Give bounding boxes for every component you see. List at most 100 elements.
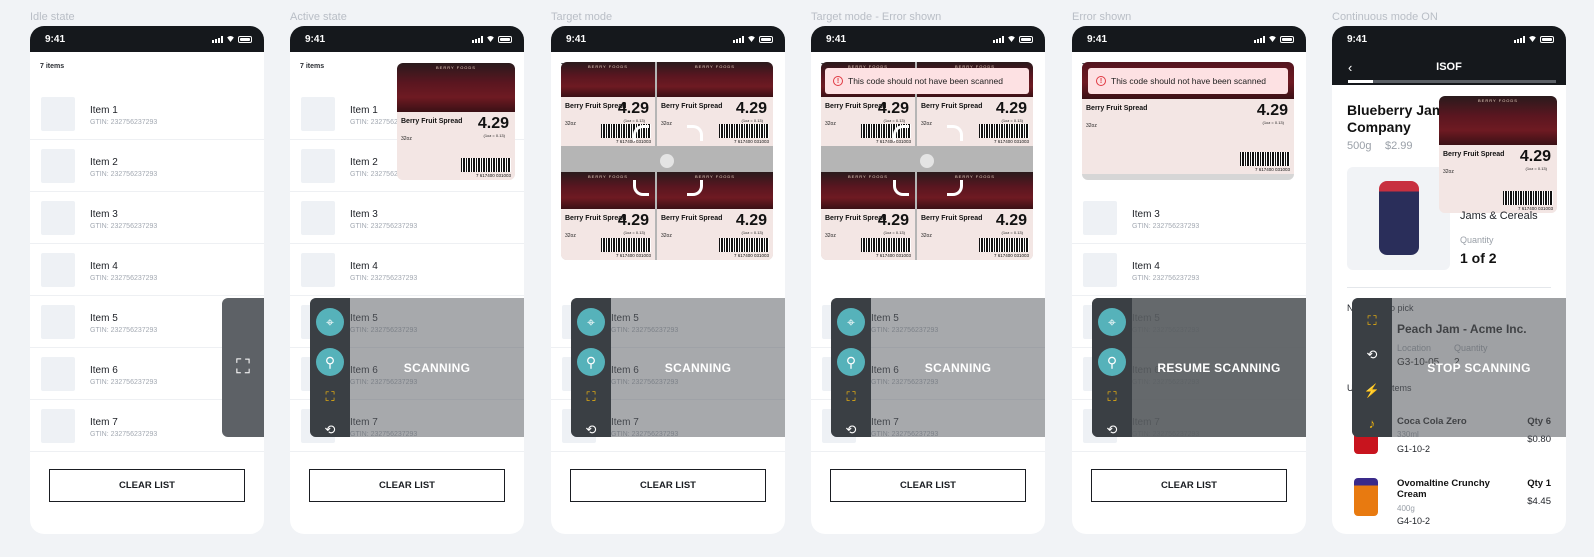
scanner-panel: ⌖ ⚲ ⛶ ⟲ SCANNING [310,298,524,437]
unit-price: (1oz = 0.13) [741,118,763,124]
status-time: 9:41 [1347,33,1368,45]
product-title: Blueberry Jam Company [1347,102,1445,135]
scan-target-icon[interactable]: ⌖ [837,308,865,336]
magnifier-icon[interactable]: ⚲ [837,348,865,376]
camera-preview: BERRY FOODS Berry Fruit Spread 32oz 4.29(1o… [397,63,515,180]
magnifier-icon[interactable]: ⚲ [316,348,344,376]
continuous-icon[interactable]: ⟲ [582,421,600,437]
error-banner: ! This code should not have been scanned [1088,68,1288,94]
status-icons [1254,35,1294,43]
status-time: 9:41 [45,33,66,45]
status-bar: 9:41 [1072,26,1306,52]
scanner-panel: ⌖ ⚲ ⛶ ⟲ SCANNING [571,298,785,437]
continuous-icon[interactable]: ⟲ [842,421,860,437]
continuous-icon[interactable]: ⟲ [1363,346,1381,364]
unit-price: (1oz = 0.13) [623,229,645,235]
scanner-toolbar: ⌖ ⚲ ⛶ ⟲ [1092,298,1132,437]
shelf-label: Berry Fruit Spread 32oz 4.29 (1oz = 0.13) 7 … [1439,145,1557,213]
target-frame-icon[interactable]: ⛶ [842,388,860,406]
product-name: Berry Fruit Spread [1086,104,1148,112]
product-name: Berry Fruit Spread [1443,151,1505,159]
barcode-number: 7 617400 031003 [993,139,1029,144]
list-item[interactable]: Item 1 GTIN: 232756237293 [30,88,264,140]
stage: Idle state Active state Target mode Target … [0,0,1594,557]
phone-continuous: 9:41 ‹ ISOF Blueberry Jam Company 500g $2.99 B… [1332,26,1566,534]
sound-icon[interactable]: ♪ [1363,414,1381,432]
scanner-toolbar: ⌖ ⚲ ⛶ ⟲ [571,298,611,437]
upcoming-item[interactable]: Ovomaltine Crunchy Cream 400g G4-10-2 Qty 1… [1332,474,1566,530]
magnifier-icon[interactable]: ⚲ [1098,348,1126,376]
scanner-collapsed-button[interactable]: ⛶ [222,298,264,437]
price-value: 4.29 [735,211,767,229]
list-item[interactable]: Item 3 GTIN: 232756237293 [30,192,264,244]
item-thumbnail [41,409,75,443]
price-value: 4.29 [877,211,909,229]
continuous-icon[interactable]: ⟲ [321,421,339,437]
flash-icon[interactable]: ⚡ [1363,382,1381,400]
signal-icon [212,35,223,43]
clear-list-button[interactable]: CLEAR LIST [570,469,766,502]
target-frame-icon[interactable]: ⛶ [1363,312,1381,330]
barcode-number: 7 617400 031003 [993,253,1029,258]
barcode-number: 7 617400 031003 [475,173,511,178]
item-name: Item 6 [90,365,118,376]
item-thumbnail [41,305,75,339]
status-bar: 9:41 [1332,26,1566,52]
clear-list-button[interactable]: CLEAR LIST [830,469,1026,502]
nav-title: ISOF [1436,61,1462,73]
item-gtin: GTIN: 232756237293 [1132,275,1200,282]
clear-list-button[interactable]: CLEAR LIST [309,469,505,502]
shelf-label: Berry Fruit Spread 32oz 4.29 (1oz = 0.13) 7 … [397,112,515,180]
signal-icon [1254,35,1265,43]
scan-toggle-button[interactable]: SCANNING [611,298,785,437]
aim-point [920,154,934,168]
signal-icon [1514,35,1525,43]
item-name: Item 4 [350,261,378,272]
scan-target-icon[interactable]: ⌖ [577,308,605,336]
list-item[interactable]: Item 3 GTIN: 232756237293 [290,192,524,244]
state-caption: Target mode - Error shown [811,11,942,23]
target-frame-icon[interactable]: ⛶ [582,388,600,406]
divider [1347,287,1551,288]
scan-toggle-button[interactable]: SCANNING [350,298,524,437]
phone-error-shown: 9:417 itemsItem 3GTIN: 232756237293Item … [1072,26,1306,534]
list-item[interactable]: Item 2 GTIN: 232756237293 [30,140,264,192]
item-count: 7 items [300,63,325,70]
list-item[interactable]: Item 3 GTIN: 232756237293 [1072,192,1306,244]
scan-target-icon[interactable]: ⌖ [316,308,344,336]
shelf-label: Berry Fruit Spread 32oz 4.29 (1oz = 0.13) 7 … [657,208,773,260]
status-icons [733,35,773,43]
target-frame-icon[interactable]: ⛶ [1103,388,1121,406]
item-thumbnail [1083,253,1117,287]
list-item[interactable]: Item 4 GTIN: 232756237293 [1072,244,1306,296]
scan-toggle-button[interactable]: SCANNING [871,298,1045,437]
list-item[interactable]: Item 4 GTIN: 232756237293 [30,244,264,296]
item-name: Item 1 [90,105,118,116]
clear-list-button[interactable]: CLEAR LIST [49,469,245,502]
status-bar: 9:41 [811,26,1045,52]
continuous-icon[interactable]: ⟲ [1103,421,1121,437]
scan-target-icon[interactable]: ⌖ [1098,308,1126,336]
wifi-icon [1528,36,1537,42]
battery-icon [498,35,512,43]
pick-progress-bar [1348,80,1556,83]
upcoming-price: $4.45 [1527,496,1551,507]
stop-scanning-button[interactable]: STOP SCANNING [1392,298,1566,437]
shelf-label: Berry Fruit Spread 32oz 4.29 (1oz = 0.13) 7 … [917,97,1033,146]
magnifier-icon[interactable]: ⚲ [577,348,605,376]
scan-toggle-button[interactable]: RESUME SCANNING [1132,298,1306,437]
list-item[interactable]: Item 4 GTIN: 232756237293 [290,244,524,296]
target-frame-icon[interactable]: ⛶ [321,388,339,406]
item-name: Item 4 [90,261,118,272]
battery-icon [1019,35,1033,43]
clear-list-button[interactable]: CLEAR LIST [1091,469,1287,502]
product-weight: 500g [1347,140,1372,152]
item-gtin: GTIN: 232756237293 [90,431,158,438]
category: Jams & Cereals [1460,210,1538,222]
state-caption: Target mode [551,11,613,23]
shelf-label: Berry Fruit Spread 32oz 4.29 (1oz = 0.13) 7 … [657,97,773,146]
product-size: 32oz [661,232,672,239]
product-size: 32oz [565,232,576,239]
alert-icon: ! [833,76,843,86]
error-banner: ! This code should not have been scanned [825,68,1029,94]
